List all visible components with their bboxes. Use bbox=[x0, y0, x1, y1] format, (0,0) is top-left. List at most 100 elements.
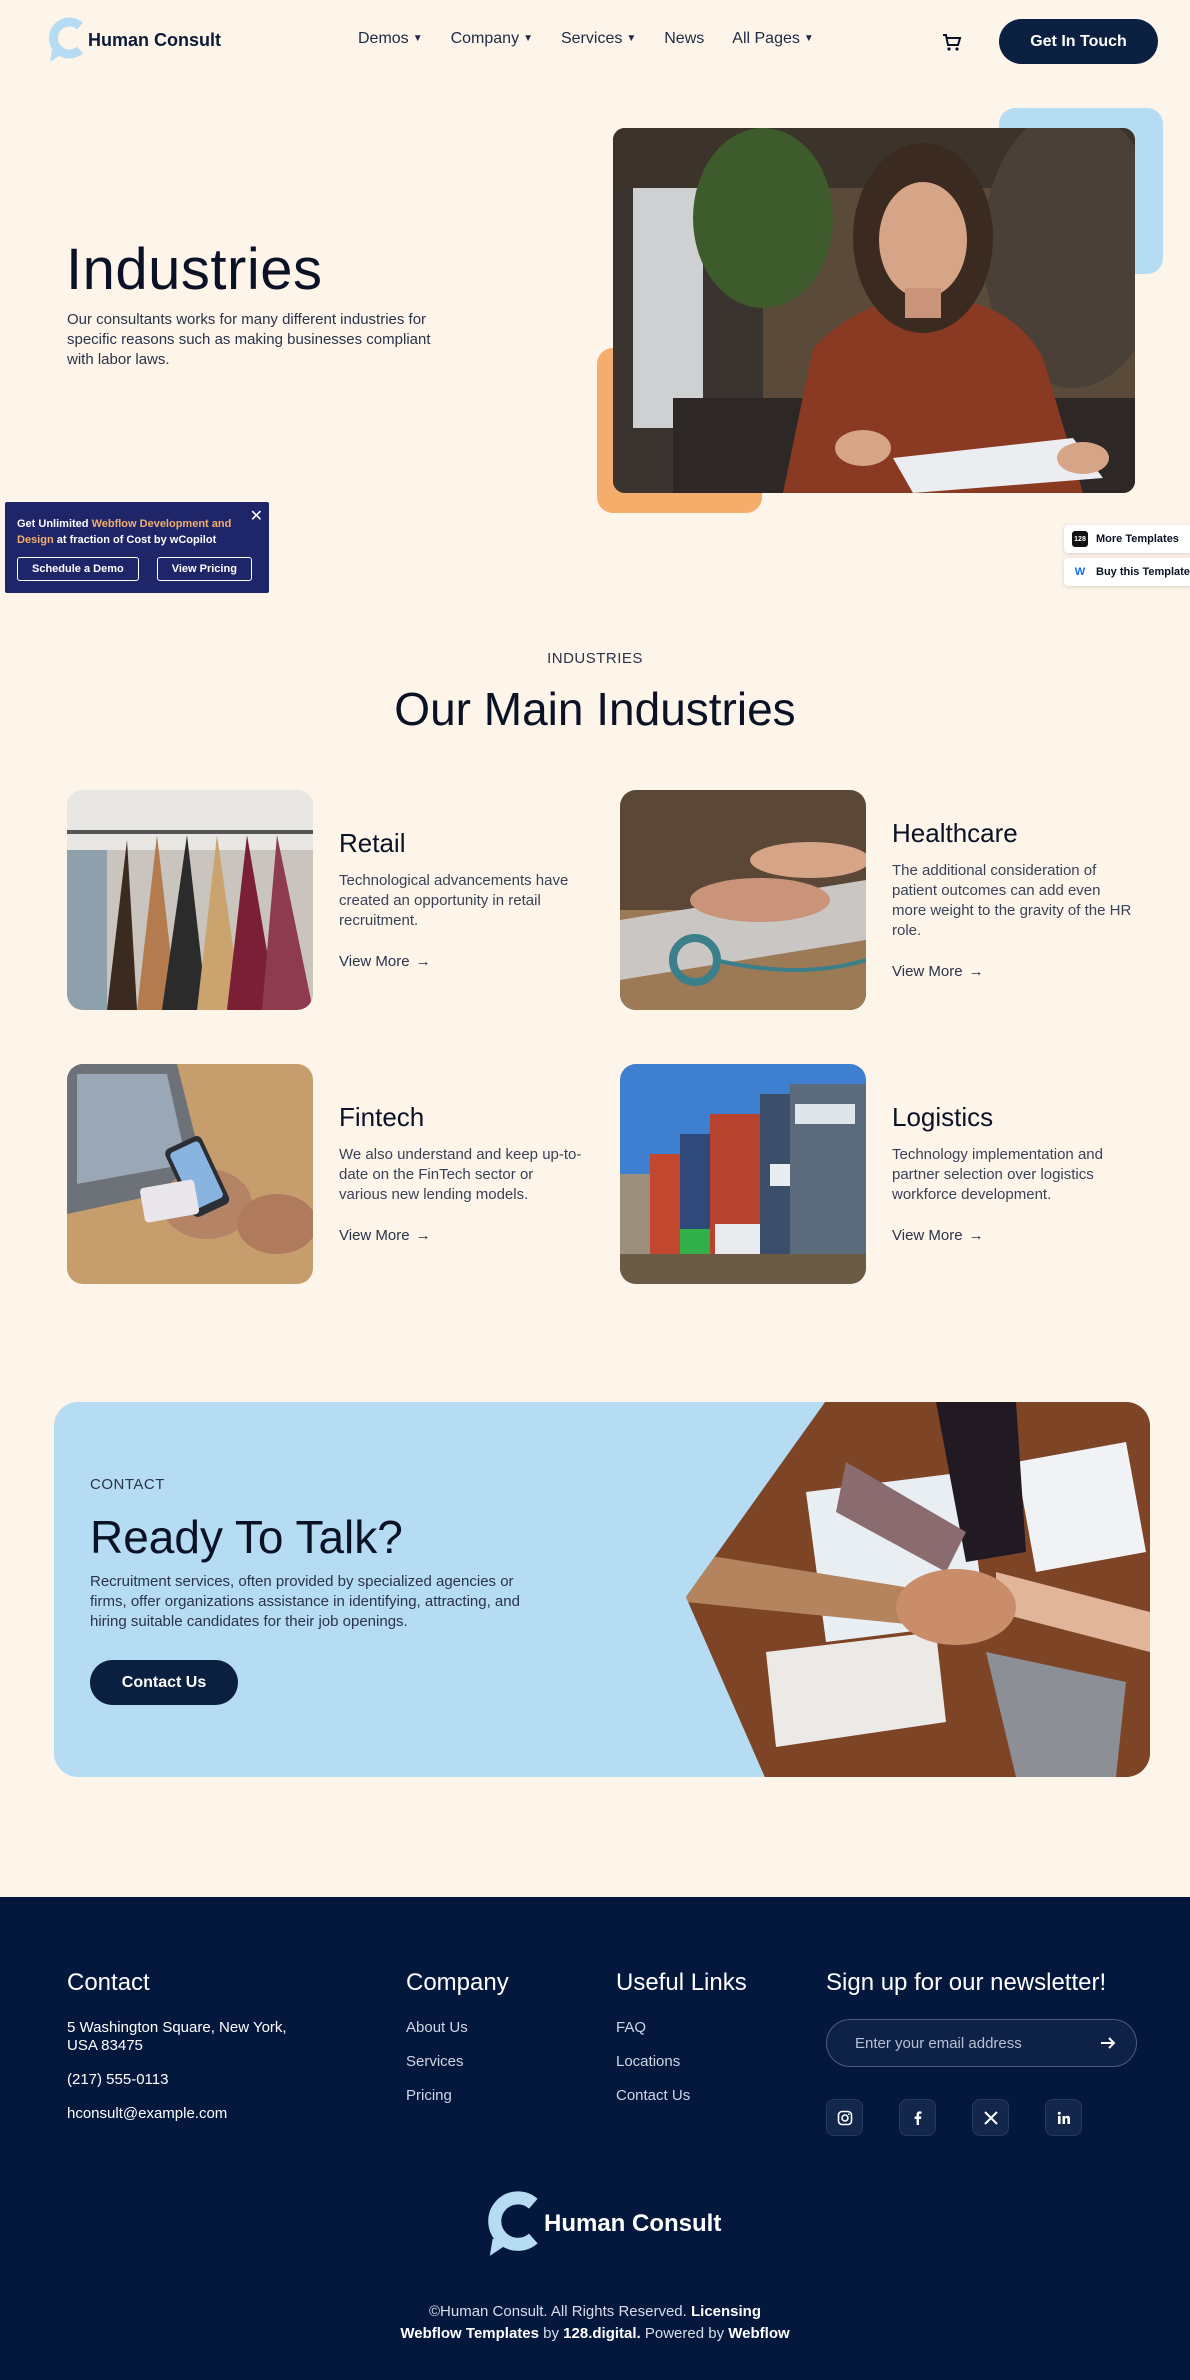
copyright-text: ©Human Consult. All Rights Reserved. bbox=[428, 2303, 687, 2320]
industry-card-logistics: Logistics Technology implementation and … bbox=[620, 1064, 1140, 1286]
studio-link[interactable]: 128.digital. bbox=[563, 2325, 641, 2342]
footer-link-faq[interactable]: FAQ bbox=[616, 2019, 747, 2036]
footer-link-locations[interactable]: Locations bbox=[616, 2053, 747, 2070]
card-body: Fintech We also understand and keep up-t… bbox=[339, 1102, 584, 1245]
link-label: View More bbox=[339, 1227, 410, 1244]
promo-text-pre: Get Unlimited bbox=[17, 518, 92, 530]
page: Human Consult Demos ▼ Company ▼ Services… bbox=[0, 0, 1190, 2380]
nav-label: Demos bbox=[358, 30, 409, 47]
nav-label: Company bbox=[450, 30, 520, 47]
footer-link-about[interactable]: About Us bbox=[406, 2019, 509, 2036]
nav-item-demos[interactable]: Demos ▼ bbox=[358, 30, 423, 48]
webflow-link[interactable]: Webflow bbox=[728, 2325, 789, 2342]
more-templates-badge[interactable]: 128 More Templates bbox=[1064, 525, 1190, 553]
team-hands-photo bbox=[686, 1402, 1150, 1777]
get-in-touch-button[interactable]: Get In Touch bbox=[999, 19, 1158, 64]
arrow-right-icon[interactable] bbox=[1098, 2033, 1118, 2053]
arrow-right-icon: → bbox=[968, 1227, 984, 1244]
linkedin-icon[interactable] bbox=[1045, 2099, 1082, 2136]
footer-link-services[interactable]: Services bbox=[406, 2053, 509, 2070]
social-links bbox=[826, 2099, 1137, 2136]
footer-email[interactable]: hconsult@example.com bbox=[67, 2105, 307, 2123]
cta-title: Ready To Talk? bbox=[90, 1511, 403, 1563]
industry-card-retail: Retail Technological advancements have c… bbox=[67, 790, 587, 1012]
nav-item-company[interactable]: Company ▼ bbox=[451, 30, 533, 48]
newsletter-heading: Sign up for our newsletter! bbox=[826, 1969, 1107, 1996]
section-title: Our Main Industries bbox=[394, 683, 796, 735]
instagram-icon[interactable] bbox=[826, 2099, 863, 2136]
card-description: Technology implementation and partner se… bbox=[892, 1146, 1103, 1203]
healthcare-photo bbox=[620, 790, 866, 1010]
fintech-photo bbox=[67, 1064, 313, 1284]
chevron-down-icon: ▼ bbox=[626, 32, 637, 44]
arrow-right-icon: → bbox=[415, 953, 431, 970]
webflow-templates-link[interactable]: Webflow Templates bbox=[400, 2325, 539, 2342]
card-body: Logistics Technology implementation and … bbox=[892, 1102, 1137, 1245]
template-logo-icon: 128 bbox=[1072, 531, 1088, 547]
view-more-link[interactable]: View More → bbox=[892, 963, 984, 980]
card-description: Technological advancements have created … bbox=[339, 872, 569, 929]
facebook-icon[interactable] bbox=[899, 2099, 936, 2136]
nav-item-services[interactable]: Services ▼ bbox=[561, 30, 636, 48]
site-header: Human Consult Demos ▼ Company ▼ Services… bbox=[0, 0, 1190, 82]
card-title: Healthcare bbox=[892, 818, 1018, 848]
nav-item-news[interactable]: News bbox=[664, 30, 704, 48]
footer-link-pricing[interactable]: Pricing bbox=[406, 2087, 509, 2104]
main-nav: Demos ▼ Company ▼ Services ▼ News All Pa… bbox=[358, 30, 814, 48]
buy-template-badge[interactable]: W Buy this Template bbox=[1064, 558, 1190, 586]
view-more-link[interactable]: View More → bbox=[339, 1227, 431, 1244]
industry-card-healthcare: Healthcare The additional consideration … bbox=[620, 790, 1140, 1012]
x-icon[interactable] bbox=[972, 2099, 1009, 2136]
card-body: Retail Technological advancements have c… bbox=[339, 828, 584, 971]
footer-address: 5 Washington Square, New York, USA 83475 bbox=[67, 2019, 287, 2054]
newsletter-email-input[interactable] bbox=[855, 2020, 1095, 2066]
footer-useful-links: Useful Links FAQ Locations Contact Us bbox=[616, 1969, 747, 2121]
licensing-link[interactable]: Licensing bbox=[691, 2303, 761, 2320]
promo-banner: ✕ Get Unlimited Webflow Development and … bbox=[5, 502, 269, 593]
card-title: Retail bbox=[339, 828, 406, 858]
hero-description: Our consultants works for many different… bbox=[67, 311, 431, 368]
powered-by-text: Powered by bbox=[644, 2325, 725, 2342]
section-eyebrow: INDUSTRIES bbox=[547, 650, 643, 667]
footer-brand-name: Human Consult bbox=[544, 2210, 722, 2237]
footer-phone[interactable]: (217) 555-0113 bbox=[67, 2071, 307, 2089]
nav-label: News bbox=[664, 30, 705, 47]
promo-text-post: at fraction of Cost by wCopilot bbox=[53, 534, 217, 546]
card-description: We also understand and keep up-to-date o… bbox=[339, 1146, 582, 1203]
footer-link-contact[interactable]: Contact Us bbox=[616, 2087, 747, 2104]
chevron-down-icon: ▼ bbox=[803, 32, 814, 44]
link-label: View More bbox=[339, 953, 410, 970]
card-body: Healthcare The additional consideration … bbox=[892, 818, 1137, 981]
webflow-icon: W bbox=[1072, 564, 1088, 580]
footer-heading: Contact bbox=[67, 1969, 150, 1996]
footer-company: Company About Us Services Pricing bbox=[406, 1969, 509, 2121]
copyright: ©Human Consult. All Rights Reserved. Lic… bbox=[0, 2301, 1190, 2345]
brand-logo[interactable]: Human Consult bbox=[46, 16, 221, 64]
view-more-link[interactable]: View More → bbox=[339, 953, 431, 970]
footer-heading: Useful Links bbox=[616, 1969, 747, 1996]
logistics-photo bbox=[620, 1064, 866, 1284]
link-label: View More bbox=[892, 963, 963, 980]
view-more-link[interactable]: View More → bbox=[892, 1227, 984, 1244]
industry-card-fintech: Fintech We also understand and keep up-t… bbox=[67, 1064, 587, 1286]
hero-image-group bbox=[597, 108, 1163, 513]
footer-brand-logo[interactable]: Human Consult bbox=[484, 2188, 721, 2260]
contact-us-button[interactable]: Contact Us bbox=[90, 1660, 238, 1705]
by-text: by bbox=[543, 2325, 559, 2342]
arrow-right-icon: → bbox=[968, 963, 984, 980]
newsletter-form bbox=[826, 2019, 1137, 2067]
view-pricing-button[interactable]: View Pricing bbox=[156, 557, 252, 581]
nav-label: All Pages bbox=[732, 30, 800, 47]
schedule-demo-button[interactable]: Schedule a Demo bbox=[17, 557, 139, 581]
hero-photo bbox=[613, 128, 1135, 493]
contact-cta-section: CONTACT Ready To Talk? Recruitment servi… bbox=[54, 1402, 1150, 1777]
brand-name: Human Consult bbox=[88, 29, 221, 50]
promo-buttons: Schedule a Demo View Pricing bbox=[17, 557, 257, 581]
cart-icon[interactable] bbox=[942, 32, 962, 52]
nav-item-all-pages[interactable]: All Pages ▼ bbox=[732, 30, 814, 48]
site-footer: Contact 5 Washington Square, New York, U… bbox=[0, 1897, 1190, 2380]
logo-mark-icon bbox=[488, 2191, 538, 2256]
page-title: Industries bbox=[66, 237, 323, 302]
footer-contact: Contact 5 Washington Square, New York, U… bbox=[67, 1969, 307, 2139]
close-icon[interactable]: ✕ bbox=[250, 506, 263, 526]
